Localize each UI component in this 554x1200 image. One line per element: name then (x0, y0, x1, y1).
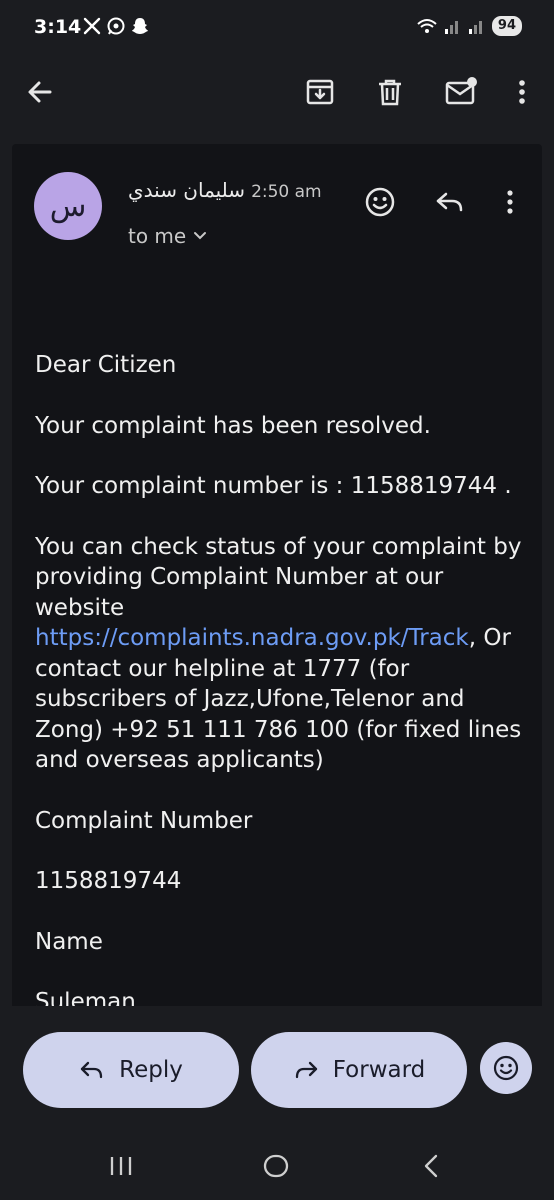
wifi-icon (417, 19, 437, 33)
signal-icon (444, 21, 458, 34)
whatsapp-icon (107, 17, 125, 35)
notification-icons (82, 16, 150, 36)
system-nav-bar (0, 1130, 554, 1200)
track-link[interactable]: https://complaints.nadra.gov.pk/Track (35, 625, 469, 651)
status-paragraph: You can check status of your complaint b… (35, 532, 525, 776)
name-value: Suleman (35, 989, 136, 1006)
reply-button[interactable]: Reply (23, 1032, 239, 1108)
reply-label: Reply (119, 1057, 183, 1083)
message-body: Dear Citizen Your complaint has been res… (35, 350, 525, 1006)
sent-time: 2:50 am (251, 182, 322, 202)
snapchat-icon (132, 18, 148, 34)
trash-icon[interactable] (374, 76, 406, 108)
complaint-number-line: Your complaint number is : 1158819744 . (35, 473, 512, 499)
home-icon[interactable] (262, 1154, 290, 1178)
message-view: س سليمان سندي 2:50 am to me Dear Citizen… (12, 144, 542, 1006)
chevron-down-icon (194, 232, 207, 240)
status-paragraph-start: You can check status of your complaint b… (35, 533, 522, 621)
reply-icon[interactable] (434, 186, 466, 218)
complaint-number-value: 1158819744 (35, 868, 182, 894)
back-icon[interactable] (420, 1154, 444, 1178)
recipient-details[interactable]: to me (128, 224, 208, 248)
complaint-number-label: Complaint Number (35, 807, 253, 834)
signal-icon (468, 21, 482, 34)
greeting: Dear Citizen (35, 352, 177, 378)
more-vert-icon[interactable] (506, 76, 538, 108)
recents-icon[interactable] (108, 1154, 134, 1178)
status-time: 3:14 (34, 16, 82, 38)
system-icons: 94 (416, 16, 522, 36)
forward-button[interactable]: Forward (251, 1032, 467, 1108)
more-vert-icon[interactable] (498, 186, 522, 218)
emoji-react-button[interactable] (480, 1042, 532, 1094)
emoji-react-icon[interactable] (364, 186, 396, 218)
reply-icon (80, 1061, 103, 1079)
emoji-icon (493, 1055, 519, 1081)
forward-label: Forward (332, 1057, 426, 1083)
archive-icon[interactable] (304, 76, 336, 108)
recipient-label: to me (128, 224, 187, 248)
forward-icon (295, 1061, 317, 1079)
status-bar: 3:14 94 (0, 0, 554, 58)
app-bar (0, 58, 554, 130)
back-arrow-icon[interactable] (24, 76, 56, 108)
resolved-line: Your complaint has been resolved. (35, 412, 431, 439)
avatar[interactable]: س (34, 172, 102, 240)
sender-row: سليمان سندي 2:50 am (128, 178, 322, 202)
mark-unread-icon[interactable] (444, 76, 478, 108)
x-icon (83, 17, 101, 35)
sender-name[interactable]: سليمان سندي (128, 178, 245, 202)
name-label: Name (35, 928, 103, 955)
battery-badge: 94 (491, 16, 522, 36)
